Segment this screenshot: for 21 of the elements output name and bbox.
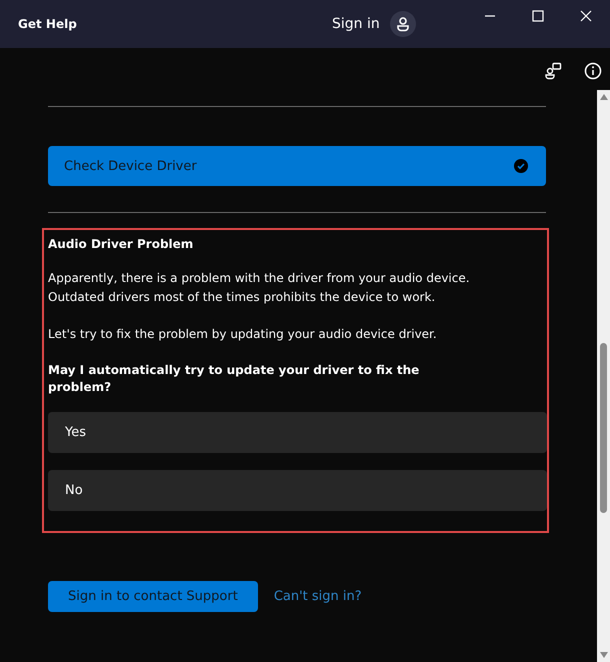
scroll-down-icon[interactable]	[600, 652, 608, 658]
scroll-up-icon[interactable]	[600, 94, 608, 100]
section-title: Audio Driver Problem	[48, 237, 194, 251]
question: May I automatically try to update your driver to fix the problem?	[48, 362, 420, 396]
close-icon[interactable]	[580, 10, 592, 22]
maximize-icon[interactable]	[532, 10, 544, 22]
answer-button[interactable]: No	[48, 470, 547, 511]
answer-button[interactable]: Yes	[48, 412, 547, 453]
info-icon[interactable]	[584, 62, 602, 80]
step-label: Check Device Driver	[64, 158, 197, 174]
scroll-thumb[interactable]	[600, 343, 607, 513]
sign-in-button[interactable]: Sign in	[332, 16, 380, 32]
paragraph: Apparently, there is a problem with the driver from your audio device. Outdated drivers most of the times prohibits the device to work.	[48, 270, 471, 306]
chat-person-icon[interactable]	[544, 62, 562, 80]
user-icon[interactable]	[390, 11, 416, 37]
contact-support-button[interactable]: Sign in to contact Support	[48, 581, 258, 612]
cant-sign-in-link[interactable]: Can't sign in?	[274, 589, 362, 604]
window-title: Get Help	[18, 17, 77, 31]
scrollbar[interactable]	[597, 90, 610, 662]
paragraph: Let's try to fix the problem by updating your audio device driver.	[48, 326, 438, 343]
step-option[interactable]: Check Device Driver	[48, 146, 546, 186]
